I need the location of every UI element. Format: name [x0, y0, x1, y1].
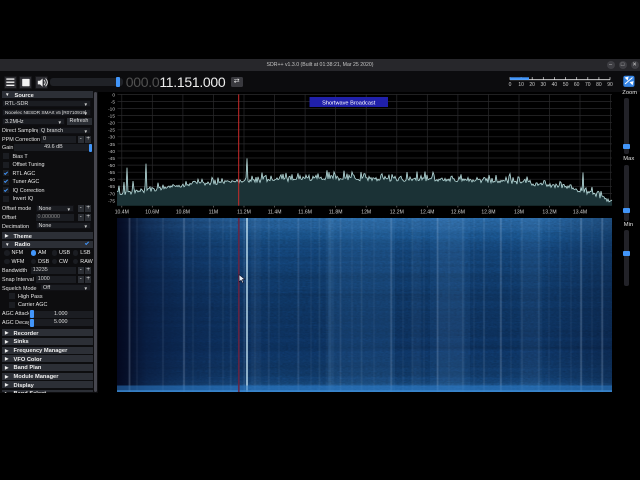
- svg-text:10.4M: 10.4M: [115, 210, 129, 216]
- svg-text:40: 40: [552, 81, 558, 87]
- svg-text:-60: -60: [108, 177, 115, 183]
- svg-text:0: 0: [112, 92, 115, 98]
- svg-text:11.6M: 11.6M: [298, 210, 312, 216]
- svg-text:11M: 11M: [209, 210, 219, 216]
- svg-text:-50: -50: [108, 163, 115, 169]
- svg-text:-65: -65: [108, 184, 115, 190]
- svg-text:10.8M: 10.8M: [176, 210, 190, 216]
- svg-text:11.2M: 11.2M: [237, 210, 251, 216]
- svg-text:-45: -45: [108, 156, 115, 162]
- svg-text:12.4M: 12.4M: [420, 210, 434, 216]
- svg-text:10.6M: 10.6M: [145, 210, 159, 216]
- svg-text:-35: -35: [108, 142, 115, 148]
- svg-text:20: 20: [529, 81, 535, 87]
- svg-text:10: 10: [518, 81, 524, 87]
- svg-text:13M: 13M: [514, 210, 524, 216]
- svg-text:-25: -25: [108, 128, 115, 134]
- svg-text:-75: -75: [108, 198, 115, 204]
- svg-text:13.2M: 13.2M: [542, 210, 556, 216]
- svg-text:90: 90: [607, 81, 613, 87]
- svg-text:12.8M: 12.8M: [481, 210, 495, 216]
- svg-text:12.6M: 12.6M: [451, 210, 465, 216]
- svg-text:12M: 12M: [361, 210, 371, 216]
- svg-text:-70: -70: [108, 191, 115, 197]
- svg-text:70: 70: [585, 81, 591, 87]
- svg-text:-10: -10: [108, 106, 115, 112]
- svg-text:11.4M: 11.4M: [268, 210, 282, 216]
- svg-text:13.4M: 13.4M: [573, 210, 587, 216]
- svg-text:-40: -40: [108, 149, 115, 155]
- svg-text:-30: -30: [108, 135, 115, 141]
- svg-text:30: 30: [541, 81, 547, 87]
- svg-text:0: 0: [509, 81, 512, 87]
- svg-text:80: 80: [596, 81, 602, 87]
- svg-text:-5: -5: [111, 99, 116, 105]
- svg-text:12.2M: 12.2M: [390, 210, 404, 216]
- svg-text:Shortwave Broadcast: Shortwave Broadcast: [322, 100, 376, 106]
- svg-text:50: 50: [563, 81, 569, 87]
- svg-text:-20: -20: [108, 121, 115, 127]
- svg-text:-15: -15: [108, 114, 115, 120]
- svg-text:-55: -55: [108, 170, 115, 176]
- svg-text:60: 60: [574, 81, 580, 87]
- svg-text:11.8M: 11.8M: [329, 210, 343, 216]
